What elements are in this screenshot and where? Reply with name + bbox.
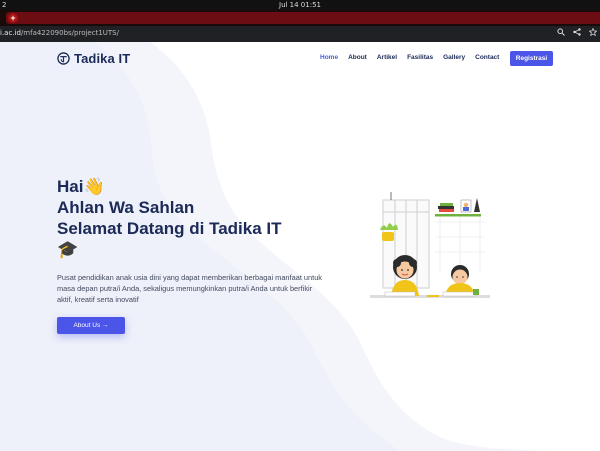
nav-link-contact[interactable]: Contact [475, 54, 499, 61]
hero-description: Pusat pendidikan anak usia dini yang dap… [57, 273, 323, 304]
browser-tab-strip: + [0, 10, 600, 26]
nav-link-about[interactable]: About [348, 54, 367, 61]
url-field[interactable]: i.ac.id/mfa422090bs/project1UTS/ [0, 29, 119, 37]
os-clock: Jul 14 01:51 [279, 1, 321, 9]
brand-name: Tadika IT [74, 51, 131, 66]
nav-link-fasilitas[interactable]: Fasilitas [407, 54, 433, 61]
nav-link-home[interactable]: Home [320, 54, 338, 61]
web-page: Tadika IT Home About Artikel Fasilitas G… [0, 42, 600, 451]
graduation-cap-icon: 🎓 [57, 240, 79, 259]
hero-heading: Hai👋 Ahlan Wa Sahlan Selamat Datang di T… [57, 176, 317, 260]
hero-greeting: Hai👋 [57, 177, 105, 196]
os-top-bar: 2 Jul 14 01:51 [0, 0, 600, 10]
hero-line-ahlan: Ahlan Wa Sahlan [57, 198, 195, 217]
logo-icon [57, 52, 70, 65]
register-button[interactable]: Registrasi [510, 51, 553, 66]
main-nav: Home About Artikel Fasilitas Gallery Con… [320, 54, 509, 61]
url-host: i.ac.id [0, 29, 21, 37]
star-icon[interactable] [587, 27, 598, 38]
search-icon[interactable] [556, 28, 565, 38]
share-icon[interactable] [572, 28, 581, 38]
about-us-button[interactable]: About Us → [57, 317, 125, 334]
browser-tab[interactable] [6, 12, 600, 24]
address-bar: i.ac.id/mfa422090bs/project1UTS/ [0, 26, 600, 42]
new-tab-button[interactable]: + [8, 13, 18, 23]
nav-link-gallery[interactable]: Gallery [443, 54, 465, 61]
hero-line-welcome: Selamat Datang di Tadika IT [57, 219, 282, 238]
nav-link-artikel[interactable]: Artikel [377, 54, 397, 61]
site-logo[interactable]: Tadika IT [57, 51, 130, 66]
kids-studying-illustration [370, 192, 490, 298]
url-path: /mfa422090bs/project1UTS/ [20, 29, 119, 37]
